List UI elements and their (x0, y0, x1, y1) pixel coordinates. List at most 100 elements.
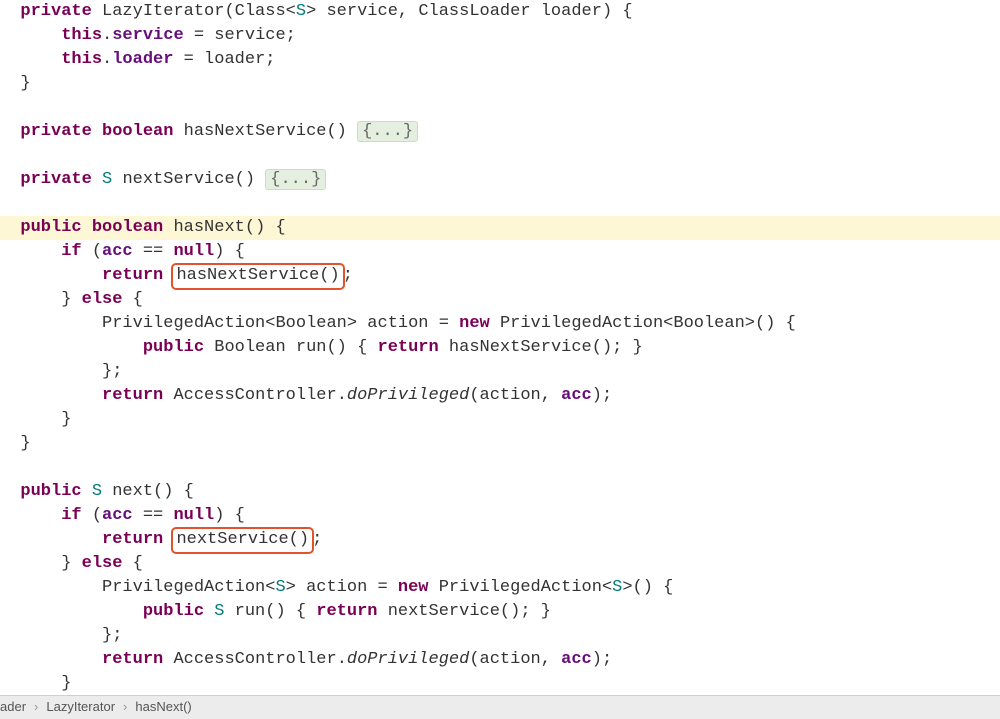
code-line[interactable]: public Boolean run() { return hasNextSer… (0, 336, 1000, 360)
code-line-highlighted[interactable]: public boolean hasNext() { (0, 216, 1000, 240)
type-boolean: Boolean (214, 338, 285, 357)
keyword-public: public (20, 218, 81, 237)
code-line[interactable]: return AccessController.doPrivileged(act… (0, 384, 1000, 408)
code-line[interactable] (0, 456, 1000, 480)
keyword-else: else (82, 290, 123, 309)
chevron-right-icon: › (34, 698, 38, 716)
code-line[interactable]: } (0, 432, 1000, 456)
code-line[interactable]: PrivilegedAction<S> action = new Privile… (0, 576, 1000, 600)
keyword-if: if (61, 242, 81, 261)
keyword-return: return (102, 650, 163, 669)
code-line[interactable]: }; (0, 360, 1000, 384)
generic-s: S (296, 2, 306, 21)
field-service: service (112, 26, 183, 45)
keyword-else: else (82, 554, 123, 573)
method-next: next (112, 482, 153, 501)
code-line[interactable]: private boolean hasNextService() {...} (0, 120, 1000, 144)
type-s: S (92, 482, 102, 501)
code-line[interactable]: if (acc == null) { (0, 240, 1000, 264)
type-s: S (102, 170, 112, 189)
keyword-return: return (102, 386, 163, 405)
param-service: service (326, 2, 397, 21)
param-loader: loader (541, 2, 602, 21)
field-acc: acc (102, 506, 133, 525)
keyword-private: private (20, 170, 91, 189)
type-boolean: Boolean (673, 314, 744, 333)
keyword-public: public (20, 482, 81, 501)
constructor-name: LazyIterator (102, 2, 224, 21)
method-run: run (235, 602, 266, 621)
method-hasnext: hasNext (173, 218, 244, 237)
fold-marker[interactable]: {...} (357, 121, 418, 142)
code-line[interactable]: } else { (0, 288, 1000, 312)
code-line[interactable]: } (0, 408, 1000, 432)
keyword-null: null (173, 506, 214, 525)
code-line[interactable]: } (0, 672, 1000, 696)
callout-hasnextservice: hasNextService() (171, 263, 344, 290)
breadcrumb-item[interactable]: LazyIterator (46, 698, 115, 716)
type-privilegedaction: PrivilegedAction (102, 578, 265, 597)
type-classloader: ClassLoader (418, 2, 530, 21)
type-accesscontroller: AccessController (173, 386, 336, 405)
keyword-private: private (20, 2, 91, 21)
generic-s: S (612, 578, 622, 597)
code-line[interactable]: return AccessController.doPrivileged(act… (0, 648, 1000, 672)
type-privilegedaction: PrivilegedAction (439, 578, 602, 597)
arg-action: action (480, 650, 541, 669)
code-editor[interactable]: private LazyIterator(Class<S> service, C… (0, 0, 1000, 696)
type-s: S (214, 602, 224, 621)
keyword-new: new (459, 314, 490, 333)
method-run: run (296, 338, 327, 357)
keyword-private: private (20, 122, 91, 141)
keyword-return: return (316, 602, 377, 621)
breadcrumb-bar[interactable]: ader › LazyIterator › hasNext() (0, 695, 1000, 719)
keyword-public: public (143, 338, 204, 357)
keyword-null: null (173, 242, 214, 261)
arg-action: action (480, 386, 541, 405)
code-line[interactable]: } (0, 72, 1000, 96)
keyword-return: return (102, 530, 163, 549)
code-line[interactable]: private S nextService() {...} (0, 168, 1000, 192)
assign-text: = loader; (173, 50, 275, 69)
code-line[interactable]: this.loader = loader; (0, 48, 1000, 72)
field-acc: acc (102, 242, 133, 261)
keyword-return: return (378, 338, 439, 357)
code-line[interactable]: } else { (0, 552, 1000, 576)
type-privilegedaction: PrivilegedAction (102, 314, 265, 333)
field-acc: acc (561, 650, 592, 669)
keyword-boolean: boolean (92, 218, 163, 237)
keyword-new: new (398, 578, 429, 597)
code-line[interactable]: public S run() { return nextService(); } (0, 600, 1000, 624)
code-line[interactable]: this.service = service; (0, 24, 1000, 48)
type-privilegedaction: PrivilegedAction (500, 314, 663, 333)
code-line[interactable]: return nextService(); (0, 528, 1000, 552)
keyword-public: public (143, 602, 204, 621)
field-loader: loader (112, 50, 173, 69)
keyword-if: if (61, 506, 81, 525)
code-line[interactable] (0, 192, 1000, 216)
call-hasnextservice: hasNextService(); } (449, 338, 643, 357)
generic-s: S (275, 578, 285, 597)
keyword-this: this (61, 50, 102, 69)
code-line[interactable]: public S next() { (0, 480, 1000, 504)
type-boolean: Boolean (275, 314, 346, 333)
type-accesscontroller: AccessController (173, 650, 336, 669)
breadcrumb-item[interactable]: ader (0, 698, 26, 716)
breadcrumb-item[interactable]: hasNext() (135, 698, 191, 716)
code-line[interactable]: if (acc == null) { (0, 504, 1000, 528)
assign-text: = service; (184, 26, 296, 45)
keyword-this: this (61, 26, 102, 45)
method-doprivileged: doPrivileged (347, 650, 469, 669)
code-line[interactable]: return hasNextService(); (0, 264, 1000, 288)
code-line[interactable] (0, 96, 1000, 120)
code-line[interactable]: PrivilegedAction<Boolean> action = new P… (0, 312, 1000, 336)
keyword-boolean: boolean (102, 122, 173, 141)
method-nextservice: nextService (122, 170, 234, 189)
code-line[interactable] (0, 144, 1000, 168)
code-line[interactable]: }; (0, 624, 1000, 648)
fold-marker[interactable]: {...} (265, 169, 326, 190)
callout-nextservice: nextService() (171, 527, 314, 554)
method-doprivileged: doPrivileged (347, 386, 469, 405)
keyword-return: return (102, 266, 163, 285)
code-line[interactable]: private LazyIterator(Class<S> service, C… (0, 0, 1000, 24)
